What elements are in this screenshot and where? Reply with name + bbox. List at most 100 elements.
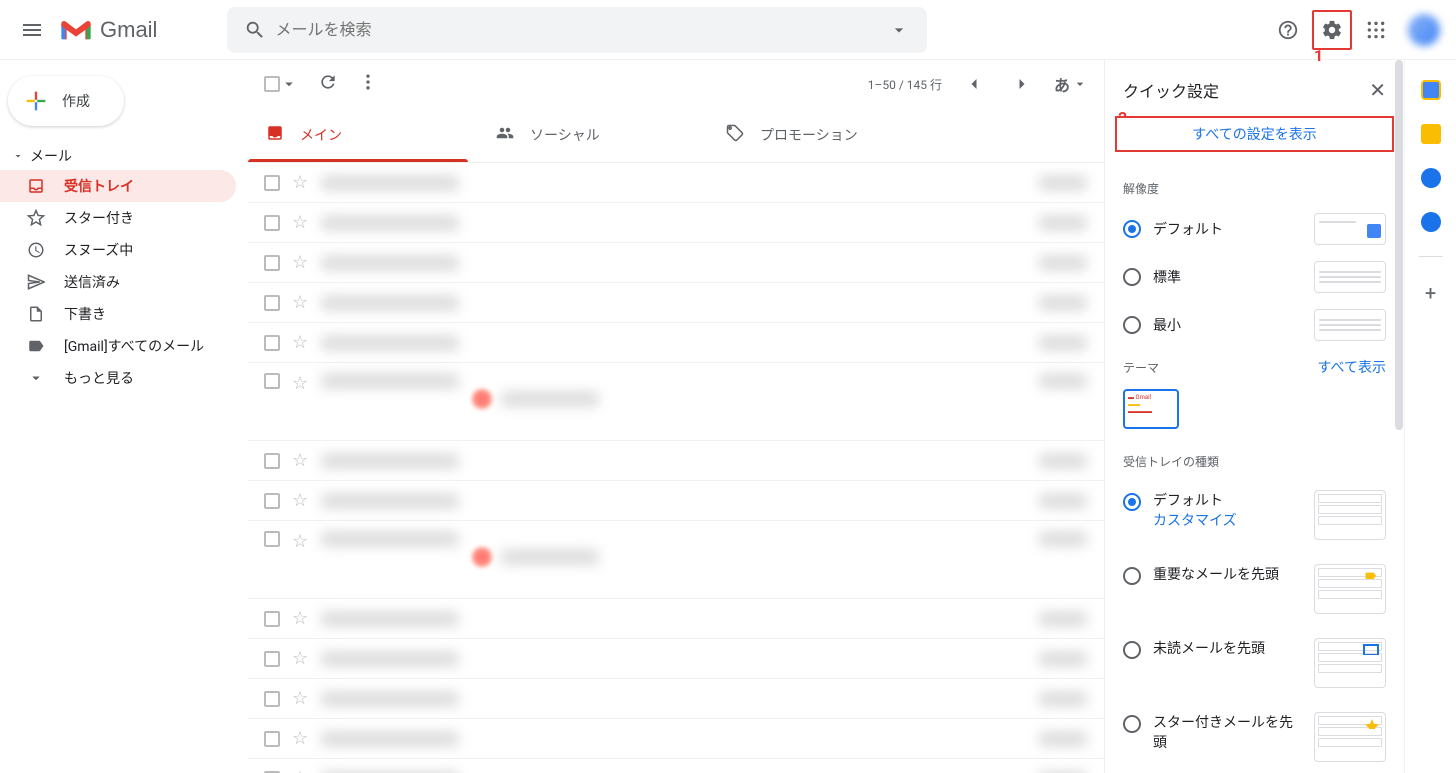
email-checkbox[interactable] xyxy=(264,453,280,469)
email-sender xyxy=(320,295,460,311)
email-list: ☆ ☆ ☆ ☆ ☆ xyxy=(248,163,1104,773)
radio-button[interactable] xyxy=(1123,493,1141,511)
select-all-checkbox[interactable] xyxy=(264,75,298,93)
star-icon[interactable]: ☆ xyxy=(292,172,308,193)
settings-icon[interactable] xyxy=(1312,10,1352,50)
email-row[interactable]: ☆ xyxy=(248,481,1104,521)
star-icon[interactable]: ☆ xyxy=(292,212,308,233)
email-row[interactable]: ☆ xyxy=(248,323,1104,363)
radio-button[interactable] xyxy=(1123,268,1141,286)
email-row[interactable]: ☆ xyxy=(248,163,1104,203)
keep-icon[interactable] xyxy=(1421,124,1441,144)
email-checkbox[interactable] xyxy=(264,373,280,389)
radio-button[interactable] xyxy=(1123,715,1141,733)
search-icon[interactable] xyxy=(235,10,275,50)
sidebar-item-clock[interactable]: スヌーズ中 xyxy=(0,234,236,266)
star-icon[interactable]: ☆ xyxy=(292,292,308,313)
email-row[interactable]: ☆ xyxy=(248,599,1104,639)
email-row[interactable]: ☆ xyxy=(248,203,1104,243)
email-row[interactable]: ☆ xyxy=(248,521,1104,599)
sidebar-item-file[interactable]: 下書き xyxy=(0,298,236,330)
search-options-dropdown[interactable] xyxy=(879,10,919,50)
tasks-icon[interactable] xyxy=(1421,168,1441,188)
sidebar-item-label[interactable]: [Gmail]すべてのメール xyxy=(0,330,236,362)
mail-section-toggle[interactable]: メール xyxy=(0,142,248,170)
inbox-type-option[interactable]: スター付きメールを先頭 xyxy=(1115,700,1394,773)
star-icon[interactable]: ☆ xyxy=(292,531,308,552)
email-row[interactable]: ☆ xyxy=(248,243,1104,283)
email-row[interactable]: ☆ xyxy=(248,719,1104,759)
email-row[interactable]: ☆ xyxy=(248,441,1104,481)
sidebar-item-send[interactable]: 送信済み xyxy=(0,266,236,298)
more-button[interactable] xyxy=(358,72,378,96)
density-option[interactable]: 最小 xyxy=(1115,301,1394,349)
tab-people[interactable]: ソーシャル xyxy=(478,108,708,162)
email-checkbox[interactable] xyxy=(264,295,280,311)
star-icon[interactable]: ☆ xyxy=(292,608,308,629)
sidebar-item-expand[interactable]: もっと見る xyxy=(0,362,236,394)
settings-scrollbar[interactable] xyxy=(1394,60,1404,773)
inbox-type-option[interactable]: 重要なメールを先頭 xyxy=(1115,552,1394,626)
customize-link[interactable]: カスタマイズ xyxy=(1153,510,1302,530)
inbox-type-option[interactable]: デフォルトカスタマイズ xyxy=(1115,478,1394,552)
email-row[interactable]: ☆ xyxy=(248,639,1104,679)
clock-icon xyxy=(26,241,46,259)
radio-button[interactable] xyxy=(1123,316,1141,334)
search-input[interactable] xyxy=(275,20,879,39)
radio-button[interactable] xyxy=(1123,641,1141,659)
prev-page-button[interactable] xyxy=(958,68,990,100)
email-checkbox[interactable] xyxy=(264,175,280,191)
email-sender xyxy=(320,531,460,547)
tab-inbox[interactable]: メイン xyxy=(248,108,478,162)
sidebar: 作成 メール 受信トレイスター付きスヌーズ中送信済み下書き[Gmail]すべての… xyxy=(0,60,248,773)
compose-button[interactable]: 作成 xyxy=(8,76,124,126)
theme-thumbnail[interactable]: ▬ Gmail ▬▬ ▬▬▬▬ xyxy=(1123,389,1179,429)
tab-tag[interactable]: プロモーション xyxy=(708,108,938,162)
email-checkbox[interactable] xyxy=(264,255,280,271)
contacts-icon[interactable] xyxy=(1421,212,1441,232)
email-row[interactable]: ☆ xyxy=(248,363,1104,441)
email-checkbox[interactable] xyxy=(264,611,280,627)
gmail-logo[interactable]: Gmail xyxy=(60,17,157,43)
email-checkbox[interactable] xyxy=(264,335,280,351)
calendar-icon[interactable] xyxy=(1421,80,1441,100)
email-row[interactable]: ☆ xyxy=(248,679,1104,719)
close-quick-settings-button[interactable]: ✕ xyxy=(1369,78,1386,102)
email-row[interactable]: ☆ xyxy=(248,759,1104,773)
density-option[interactable]: デフォルト xyxy=(1115,205,1394,253)
star-icon[interactable]: ☆ xyxy=(292,252,308,273)
see-all-settings-button[interactable]: すべての設定を表示 xyxy=(1115,116,1394,152)
star-icon[interactable]: ☆ xyxy=(292,490,308,511)
email-checkbox[interactable] xyxy=(264,651,280,667)
search-bar[interactable] xyxy=(227,7,927,53)
sidebar-item-star[interactable]: スター付き xyxy=(0,202,236,234)
star-icon[interactable]: ☆ xyxy=(292,688,308,709)
star-icon[interactable]: ☆ xyxy=(292,373,308,394)
account-avatar[interactable] xyxy=(1408,14,1440,46)
sidebar-item-inbox[interactable]: 受信トレイ xyxy=(0,170,236,202)
email-row[interactable]: ☆ xyxy=(248,283,1104,323)
star-icon[interactable]: ☆ xyxy=(292,450,308,471)
radio-button[interactable] xyxy=(1123,567,1141,585)
email-checkbox[interactable] xyxy=(264,691,280,707)
email-sender xyxy=(320,453,460,469)
support-icon[interactable] xyxy=(1268,10,1308,50)
star-icon[interactable]: ☆ xyxy=(292,768,308,773)
radio-button[interactable] xyxy=(1123,220,1141,238)
star-icon[interactable]: ☆ xyxy=(292,728,308,749)
next-page-button[interactable] xyxy=(1006,68,1038,100)
email-checkbox[interactable] xyxy=(264,531,280,547)
inbox-type-option[interactable]: 未読メールを先頭 xyxy=(1115,626,1394,700)
add-addon-button[interactable]: + xyxy=(1425,281,1436,305)
input-tools-button[interactable]: あ xyxy=(1054,72,1088,96)
email-checkbox[interactable] xyxy=(264,493,280,509)
density-option[interactable]: 標準 xyxy=(1115,253,1394,301)
main-menu-button[interactable] xyxy=(8,6,56,54)
refresh-button[interactable] xyxy=(318,72,338,96)
email-checkbox[interactable] xyxy=(264,731,280,747)
view-all-themes-link[interactable]: すべて表示 xyxy=(1318,357,1386,377)
email-checkbox[interactable] xyxy=(264,215,280,231)
star-icon[interactable]: ☆ xyxy=(292,648,308,669)
apps-icon[interactable] xyxy=(1356,10,1396,50)
star-icon[interactable]: ☆ xyxy=(292,332,308,353)
